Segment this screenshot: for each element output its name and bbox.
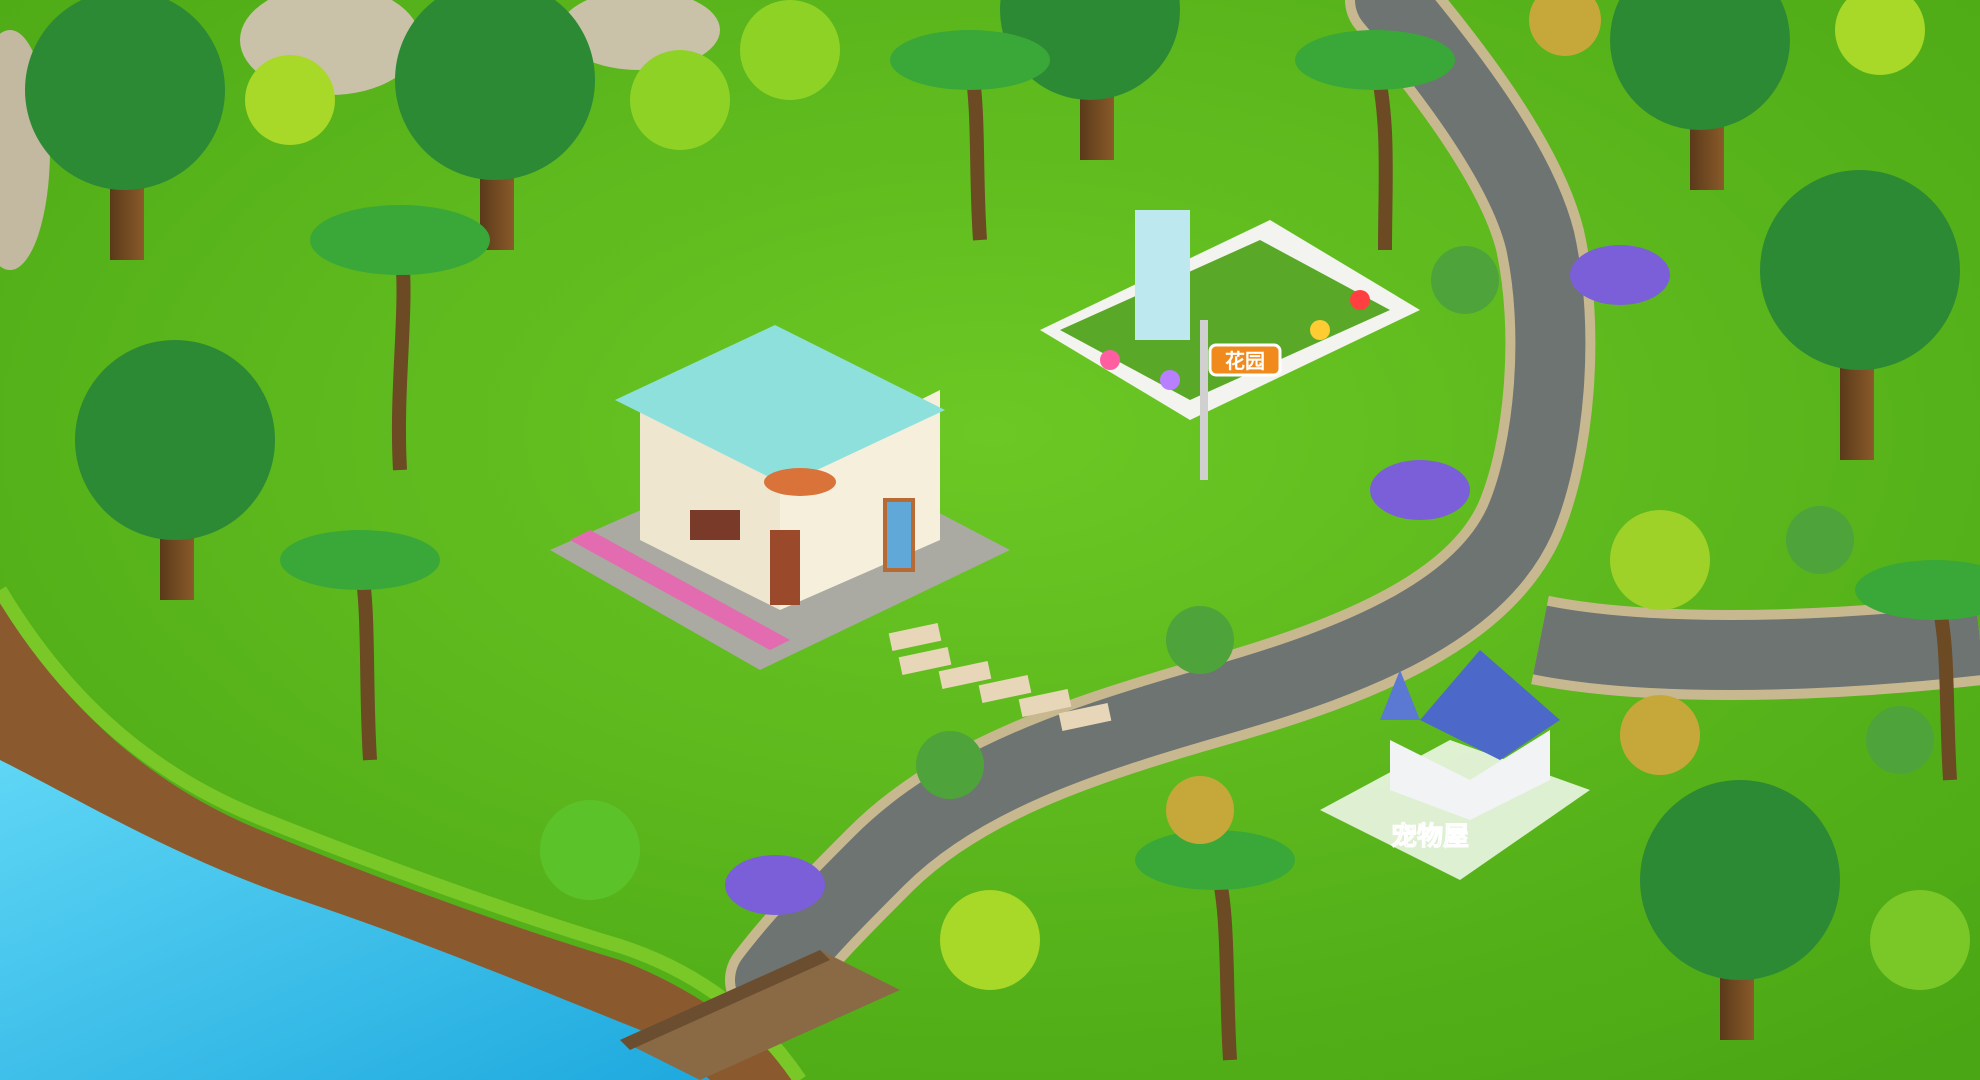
iris-plant bbox=[1570, 245, 1670, 305]
flower-bush bbox=[1866, 706, 1934, 774]
iris-plant bbox=[725, 855, 825, 915]
garden-sign[interactable]: 花园 bbox=[1208, 343, 1282, 377]
house-door[interactable] bbox=[770, 530, 800, 605]
pet-house-sign[interactable]: 宠物屋 bbox=[1390, 821, 1469, 853]
garden-sign-label: 花园 bbox=[1225, 349, 1265, 373]
game-map: 花园 宠物屋 bbox=[0, 0, 1980, 1080]
clover-bush bbox=[1870, 890, 1970, 990]
clover-bush bbox=[245, 55, 335, 145]
house-awning bbox=[764, 468, 836, 496]
flower-bush bbox=[1431, 246, 1499, 314]
house-window[interactable] bbox=[883, 498, 915, 572]
flower-bush bbox=[1166, 606, 1234, 674]
iris-plant bbox=[1370, 460, 1470, 520]
garden-flower bbox=[1160, 370, 1180, 390]
garden-flower bbox=[1100, 350, 1120, 370]
flower-bush bbox=[916, 731, 984, 799]
clover-bush bbox=[1610, 510, 1710, 610]
clover-bush bbox=[540, 800, 640, 900]
flower-bush bbox=[1620, 695, 1700, 775]
clover-bush bbox=[630, 50, 730, 150]
garden-flower bbox=[1310, 320, 1330, 340]
pet-house-sign-label: 宠物屋 bbox=[1391, 821, 1469, 852]
garden-post bbox=[1200, 320, 1208, 480]
clover-bush bbox=[740, 0, 840, 100]
flower-bush bbox=[1166, 776, 1234, 844]
garden-flower bbox=[1350, 290, 1370, 310]
clover-bush bbox=[940, 890, 1040, 990]
flower-bush bbox=[1786, 506, 1854, 574]
house-small-window[interactable] bbox=[690, 510, 740, 540]
garden-shelf bbox=[1135, 210, 1190, 340]
